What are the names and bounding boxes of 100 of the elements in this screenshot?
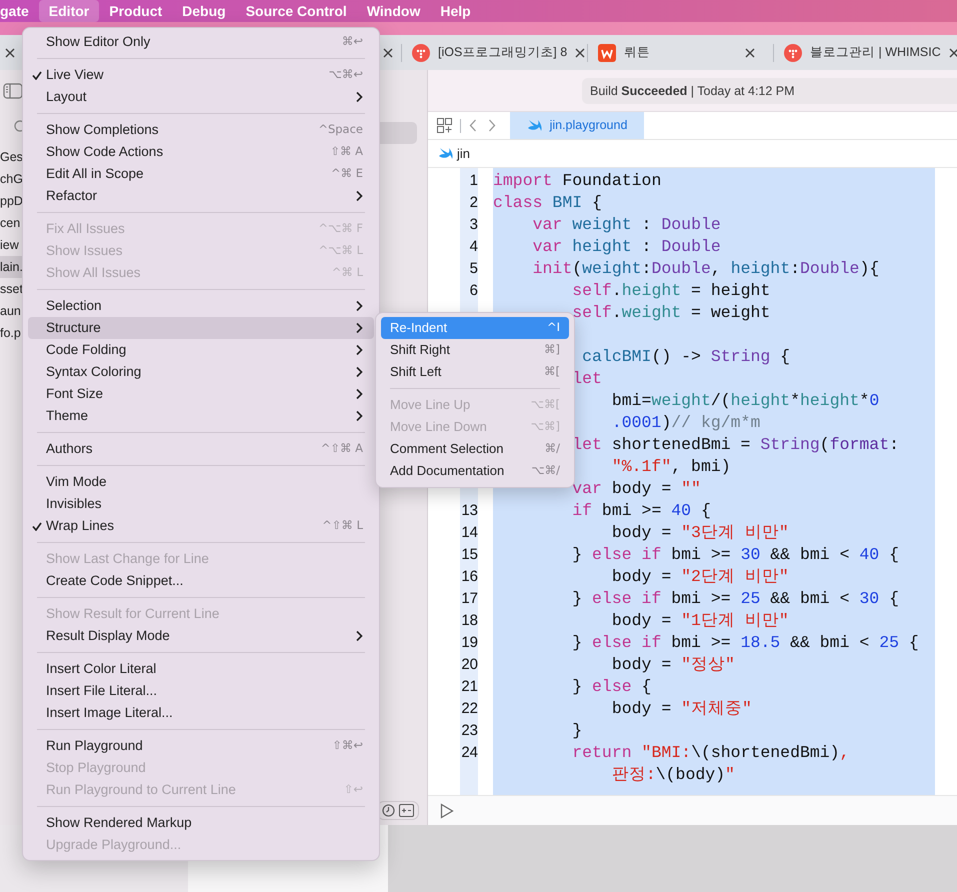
code-line: 판정:\(body)" xyxy=(612,765,735,784)
line-number: 16 xyxy=(460,567,478,587)
menu-item[interactable]: Insert File Literal... xyxy=(28,680,374,702)
line-number: 14 xyxy=(460,523,478,543)
code-line: body = "3단계 비만" xyxy=(612,523,789,542)
line-number: 21 xyxy=(460,677,478,697)
tab-title[interactable]: [iOS프로그래밍기초] 8 xyxy=(438,43,568,62)
menu-item[interactable]: Show Editor Only ⌘↩ xyxy=(28,31,374,53)
code-line: body = "1단계 비만" xyxy=(612,611,789,630)
menu-item[interactable]: Shift Right ⌘] xyxy=(381,339,569,361)
menu-item[interactable]: Show Rendered Markup xyxy=(28,812,374,834)
sidebar-icon[interactable] xyxy=(3,83,23,99)
code-line: bmi=weight/(height*height*0 xyxy=(612,391,880,410)
line-number: 18 xyxy=(460,611,478,631)
code-line: .0001)// kg/m*m xyxy=(612,413,760,432)
checkmark-icon xyxy=(32,522,42,530)
chevron-left-icon[interactable] xyxy=(469,119,477,132)
app-logo-icon xyxy=(412,44,430,62)
menu-item[interactable]: Show Code Actions ⇧⌘ A xyxy=(28,141,374,163)
menu-item[interactable]: Authors ^⇧⌘ A xyxy=(28,438,374,460)
chevron-icon xyxy=(355,388,363,400)
app-logo-icon xyxy=(784,44,802,62)
code-line: let xyxy=(572,369,602,388)
close-icon[interactable] xyxy=(5,48,15,58)
menu-item[interactable]: Refactor xyxy=(28,185,374,207)
line-number: 24 xyxy=(460,743,478,763)
code-line: body = "2단계 비만" xyxy=(612,567,789,586)
chevron-icon xyxy=(355,410,363,422)
chevron-icon xyxy=(355,366,363,378)
line-number: 20 xyxy=(460,655,478,675)
menu-item[interactable]: Theme xyxy=(28,405,374,427)
code-line: var weight : Double xyxy=(532,215,721,234)
line-number: 15 xyxy=(460,545,478,565)
close-icon[interactable] xyxy=(745,48,755,58)
menu-item[interactable]: Invisibles xyxy=(28,493,374,515)
tab-title[interactable]: 뤼튼 xyxy=(624,43,737,62)
chevron-right-icon[interactable] xyxy=(488,119,496,132)
plus-minus-icon[interactable] xyxy=(399,804,414,816)
code-line: } xyxy=(572,721,582,740)
close-icon[interactable] xyxy=(575,48,586,58)
menu-item[interactable]: Create Code Snippet... xyxy=(28,570,374,592)
checkmark-icon xyxy=(32,70,42,80)
clock-icon[interactable] xyxy=(382,804,395,816)
menu-bar-item[interactable]: Source Control xyxy=(236,0,357,22)
menu-item[interactable]: Show Completions ^Space xyxy=(28,119,374,141)
line-number: 17 xyxy=(460,589,478,609)
menu-item[interactable]: Layout xyxy=(28,86,374,108)
menu-item[interactable]: Comment Selection ⌘/ xyxy=(381,438,569,460)
bird-icon xyxy=(438,147,453,160)
menu-item[interactable]: Selection xyxy=(28,295,374,317)
line-number: 19 xyxy=(460,633,478,653)
menu-bar-item[interactable]: Debug xyxy=(172,0,236,22)
breadcrumb-item[interactable]: jin xyxy=(457,144,470,164)
editor-tab[interactable]: jin.playground xyxy=(510,112,644,139)
line-number: 13 xyxy=(460,501,478,521)
bird-icon xyxy=(526,119,542,132)
menu-item[interactable]: Shift Left ⌘[ xyxy=(381,361,569,383)
chevron-icon xyxy=(355,344,363,356)
line-number: 5 xyxy=(468,259,478,279)
menu-bar-item[interactable]: Window xyxy=(356,0,430,22)
line-number: 23 xyxy=(460,721,478,741)
code-line: var body = "" xyxy=(572,479,701,498)
code-line: let shortenedBmi = String(format: xyxy=(572,435,900,454)
line-number: 2 xyxy=(468,193,478,213)
code-line: "%.1f", bmi) xyxy=(612,457,731,476)
code-line: var height : Double xyxy=(532,237,721,256)
menu-item[interactable]: Insert Color Literal xyxy=(28,658,374,680)
code-line: } else if bmi >= 18.5 && bmi < 25 { xyxy=(572,633,919,652)
chevron-icon xyxy=(355,322,363,334)
play-icon[interactable] xyxy=(440,802,454,818)
menu-item[interactable]: Add Documentation ⌥⌘/ xyxy=(381,460,569,482)
menu-item[interactable]: Result Display Mode xyxy=(28,625,374,647)
menu-bar-item[interactable]: gate xyxy=(0,0,39,22)
menu-item[interactable]: Edit All in Scope ^⌘ E xyxy=(28,163,374,185)
menu-item[interactable]: Syntax Coloring xyxy=(28,361,374,383)
menu-item[interactable]: Insert Image Literal... xyxy=(28,702,374,724)
tab-title[interactable]: 블로그관리 | WHIMSIC xyxy=(810,43,941,62)
menu-item[interactable]: Font Size xyxy=(28,383,374,405)
code-line: body = "저체중" xyxy=(612,699,752,718)
menu-item[interactable]: Vim Mode xyxy=(28,471,374,493)
menu-item[interactable]: Structure xyxy=(28,317,374,339)
close-icon[interactable] xyxy=(948,48,957,58)
code-line: self.weight = weight xyxy=(572,303,770,322)
code-line: calcBMI() -> String { xyxy=(582,347,790,366)
code-line: } else if bmi >= 25 && bmi < 30 { xyxy=(572,589,900,608)
menu-item[interactable]: Wrap Lines ^⇧⌘ L xyxy=(28,515,374,537)
menu-item[interactable]: Code Folding xyxy=(28,339,374,361)
menu-item[interactable]: Live View ⌥⌘↩ xyxy=(28,64,374,86)
grid-icon[interactable] xyxy=(437,118,452,133)
code-line: import Foundation xyxy=(493,171,662,190)
chevron-icon xyxy=(355,630,363,642)
code-line: } else { xyxy=(572,677,652,696)
line-number: 4 xyxy=(468,237,478,257)
build-status: Build Succeeded | Today at 4:12 PM xyxy=(582,78,957,104)
close-icon[interactable] xyxy=(383,48,393,58)
menu-bar-item[interactable]: Help xyxy=(430,0,481,22)
line-number: 6 xyxy=(468,281,478,301)
chevron-icon xyxy=(355,91,363,103)
menu-bar-item[interactable]: Product xyxy=(99,0,172,22)
menu-item[interactable]: Run Playground ⇧⌘↩ xyxy=(28,735,374,757)
